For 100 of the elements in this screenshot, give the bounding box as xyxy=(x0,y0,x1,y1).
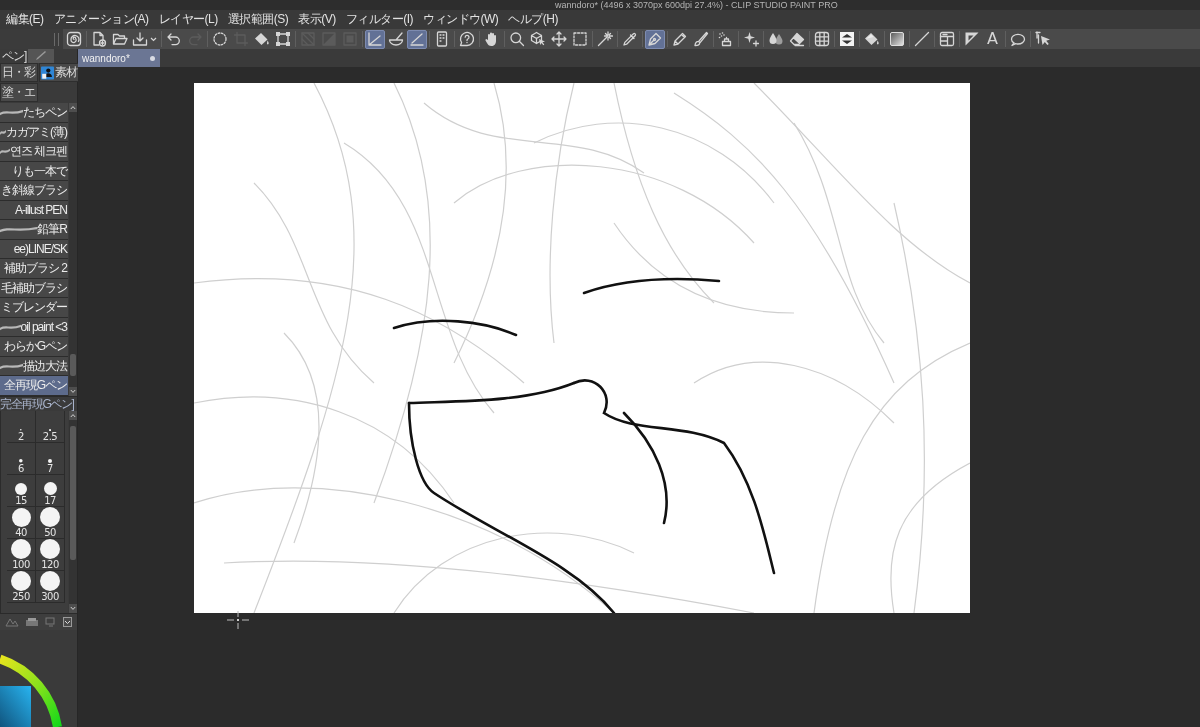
grip-handle[interactable] xyxy=(54,32,59,46)
brush-size-option[interactable]: 120 xyxy=(36,539,65,571)
transform-icon xyxy=(274,31,291,47)
pen-button[interactable] xyxy=(644,29,665,49)
pen-nib-icon xyxy=(646,31,663,47)
pointer-arrow-icon xyxy=(1034,31,1051,47)
sub-tool-item[interactable]: ミブレンダー xyxy=(0,298,68,318)
pen-icon xyxy=(35,51,48,61)
sub-tool-item[interactable]: ee)LINE/SK xyxy=(0,239,68,259)
printer-icon[interactable] xyxy=(25,617,39,627)
drops-icon xyxy=(767,31,784,47)
brush-size-option[interactable]: 6 xyxy=(7,443,36,475)
grid-icon xyxy=(813,31,830,47)
scroll-down-icon[interactable] xyxy=(69,604,77,613)
size-dot-icon xyxy=(15,483,27,495)
sub-tool-item[interactable]: 補助ブラシ 2 xyxy=(0,259,68,279)
menu-item[interactable]: 選択範囲(S) xyxy=(222,10,294,29)
magic-wand-icon xyxy=(596,31,613,47)
line-icon xyxy=(913,31,930,47)
text-tool-button[interactable]: A xyxy=(982,29,1003,49)
caret-icon xyxy=(150,36,157,42)
size-dot-icon xyxy=(40,539,60,559)
sub-tool-item[interactable]: たちペン xyxy=(0,103,68,123)
dropdown-caret-icon[interactable] xyxy=(63,617,72,627)
scrollbar-thumb[interactable] xyxy=(70,354,76,376)
airbrush-icon xyxy=(717,31,734,47)
sub-tool-item[interactable]: カガアミ(薄) xyxy=(0,122,68,142)
scroll-up-icon[interactable] xyxy=(69,411,77,420)
corner-line-icon xyxy=(366,31,383,47)
menu-item[interactable]: フィルター(I) xyxy=(340,10,418,29)
brush-size-option[interactable]: 2.5 xyxy=(36,411,65,443)
sub-tool-item[interactable]: 鉛筆R xyxy=(0,220,68,240)
tool-property-title: 完全再現Gペン] xyxy=(0,397,74,411)
tool-group-button[interactable]: 日・彩 xyxy=(0,63,38,82)
brush-size-option[interactable]: 100 xyxy=(7,539,36,571)
size-dot-icon xyxy=(11,508,31,527)
move-icon xyxy=(550,31,567,47)
scrollbar-thumb[interactable] xyxy=(70,426,76,560)
brush-size-option[interactable]: 2 xyxy=(7,411,36,443)
crosshair-cursor-icon xyxy=(227,611,249,629)
brush-size-option[interactable]: 17 xyxy=(36,475,65,507)
eyedropper-icon xyxy=(621,31,638,47)
size-dot-icon xyxy=(48,428,52,431)
panel-tab[interactable] xyxy=(28,49,55,63)
gradient-icon xyxy=(888,31,905,47)
speech-balloon-icon xyxy=(1009,31,1026,47)
brush-size-option[interactable]: 50 xyxy=(36,507,65,539)
brush-size-option[interactable]: 7 xyxy=(36,443,65,475)
size-dot-icon xyxy=(40,571,60,591)
sub-tool-item[interactable]: 연즈 체크펜 xyxy=(0,142,68,162)
material-button[interactable]: 素材 xyxy=(39,63,80,82)
menu-item[interactable]: レイヤー(L) xyxy=(153,10,223,29)
size-dot-icon xyxy=(43,482,57,495)
sub-tool-item[interactable]: 描边大法 xyxy=(0,356,68,376)
sub-tool-item[interactable]: き斜線ブラシ xyxy=(0,181,68,201)
menu-item[interactable]: 編集(E) xyxy=(1,10,49,29)
square-triangles-icon xyxy=(838,31,855,47)
color-ring[interactable] xyxy=(0,654,62,727)
sparkle-icon xyxy=(742,31,759,47)
angled-line-button[interactable] xyxy=(406,29,427,49)
panel-tab[interactable]: ペン] xyxy=(0,49,29,63)
dot-icon[interactable] xyxy=(150,55,155,61)
sub-tool-item[interactable]: 毛補助ブラシ xyxy=(0,278,68,298)
brush-size-option[interactable]: 300 xyxy=(36,571,65,603)
document-tab[interactable]: wanndoro* xyxy=(78,49,160,67)
color-square[interactable] xyxy=(0,686,31,727)
menu-item[interactable]: アニメーション(A) xyxy=(48,10,154,29)
sub-tool-item[interactable]: りも一本で xyxy=(0,161,68,181)
brush-size-option[interactable]: 15 xyxy=(7,475,36,507)
sub-tool-item[interactable]: わらかGペン xyxy=(0,337,68,357)
spiral-logo-icon xyxy=(65,31,82,47)
menu-item[interactable]: ウィンドウ(W) xyxy=(418,10,504,29)
tray-arrow-icon xyxy=(132,31,148,47)
cube-cursor-icon xyxy=(529,31,546,47)
brush-icon xyxy=(692,31,709,47)
corner-line-button[interactable] xyxy=(364,29,385,49)
sub-tool-item[interactable]: A-illust PEN xyxy=(0,200,68,220)
brush-size-option[interactable]: 40 xyxy=(7,507,36,539)
folder-icon xyxy=(111,31,128,47)
sub-tool-item[interactable]: 全再現Gペン xyxy=(0,376,68,396)
sub-tool-item[interactable]: oil paint <3 xyxy=(0,317,68,337)
brush-size-option[interactable]: 250 xyxy=(7,571,36,603)
material-icon xyxy=(41,65,54,80)
size-dot-icon xyxy=(11,571,31,591)
size-dot-icon xyxy=(11,539,31,559)
dotted-rectangle-icon xyxy=(571,31,588,47)
size-dot-icon xyxy=(48,459,52,463)
undo-icon xyxy=(165,31,182,47)
paint-bucket-icon xyxy=(863,31,880,47)
paint-bucket-icon xyxy=(253,31,270,47)
scroll-down-icon[interactable] xyxy=(69,387,77,396)
zoom-icon xyxy=(508,31,525,47)
tool-group-button[interactable]: 塗・エ xyxy=(0,83,38,102)
menu-item[interactable]: ヘルプ(H) xyxy=(503,10,563,29)
eraser-icon xyxy=(788,31,805,47)
document-plus-icon xyxy=(90,31,107,47)
window-title: wanndoro* (4496 x 3070px 600dpi 27.4%) - CLIP STUDIO PAINT PRO xyxy=(555,0,838,10)
bowl-brush-icon xyxy=(387,31,404,47)
scroll-up-icon[interactable] xyxy=(69,103,77,112)
menu-item[interactable]: 表示(V) xyxy=(293,10,341,29)
